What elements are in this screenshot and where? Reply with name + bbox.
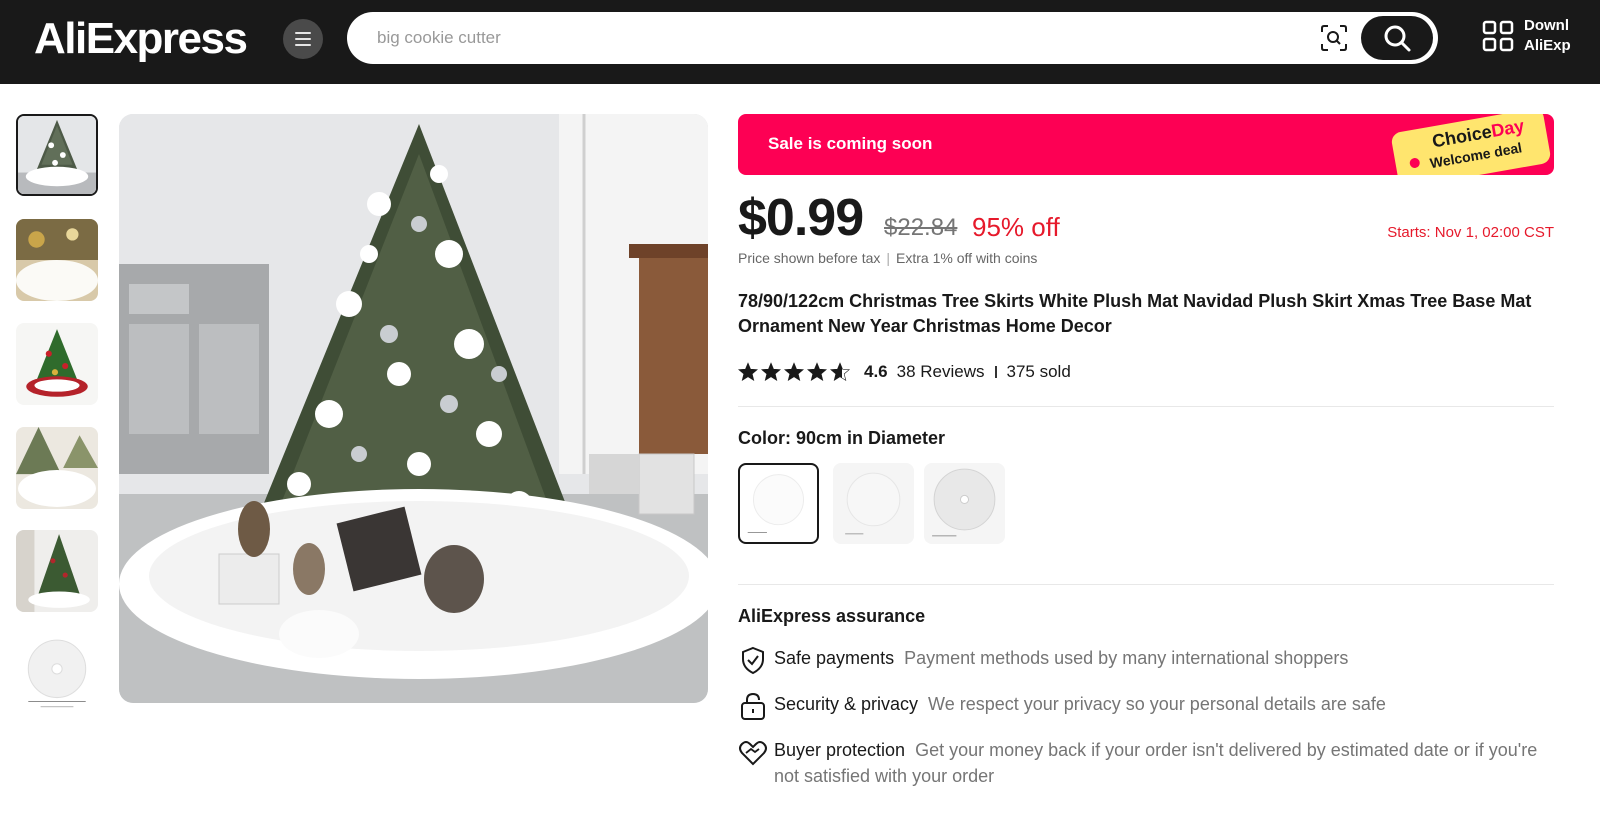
product-photo — [119, 114, 708, 703]
thumbnail-2[interactable] — [16, 219, 98, 301]
day-word: Day — [1489, 115, 1526, 142]
reviews-link[interactable]: 38 Reviews — [897, 362, 985, 382]
handshake-heart-icon — [739, 741, 767, 766]
menu-icon-line — [295, 44, 311, 46]
sale-text: Sale is coming soon — [768, 134, 933, 153]
choice-day-badge: ChoiceDay Welcome deal — [1390, 114, 1552, 175]
logo-text: AliExpress — [34, 14, 248, 63]
rating-stars — [738, 362, 850, 382]
thumbnail-4[interactable] — [16, 427, 98, 509]
divider — [738, 584, 1554, 585]
assurance-head: Security & privacy — [774, 694, 919, 714]
sold-count: 375 sold — [1006, 362, 1071, 381]
assurance-text: Security & privacy We respect your privac… — [774, 691, 1554, 717]
color-swatch-1[interactable] — [738, 463, 819, 544]
menu-button[interactable] — [283, 19, 323, 59]
discount-percent: 95% off — [972, 212, 1060, 242]
swatch-image — [932, 468, 996, 537]
original-price: $22.84 — [884, 214, 958, 241]
assurance-text: Safe payments Payment methods used by man… — [774, 645, 1554, 671]
assurance-desc: We respect your privacy so your personal… — [928, 694, 1386, 714]
download-app-link[interactable]: Downl AliExp — [1524, 16, 1571, 56]
star-icon — [807, 362, 827, 382]
divider — [738, 406, 1554, 407]
shield-check-icon — [742, 646, 764, 675]
sale-start-time: Starts: Nov 1, 02:00 CST — [1387, 224, 1554, 241]
assurance-text: Buyer protection Get your money back if y… — [774, 737, 1554, 789]
sale-banner[interactable]: Sale is coming soon ChoiceDay Welcome de… — [738, 114, 1554, 175]
search-input[interactable] — [377, 24, 1277, 52]
star-icon — [784, 362, 804, 382]
aliexpress-logo[interactable]: AliExpress — [34, 14, 248, 64]
color-label: Color: 90cm in Diameter — [738, 428, 946, 448]
menu-icon-line — [295, 32, 311, 34]
coins-note: Extra 1% off with coins — [896, 250, 1038, 266]
star-icon — [761, 362, 781, 382]
thumbnail-6[interactable] — [16, 634, 98, 716]
swatch-image — [845, 472, 901, 535]
color-swatch-3[interactable] — [924, 463, 1005, 544]
rating-separator — [994, 366, 997, 378]
current-price: $0.99 — [738, 189, 864, 247]
menu-icon-line — [295, 38, 311, 40]
lock-icon — [741, 692, 765, 720]
star-icon — [738, 362, 758, 382]
badge-dot — [1408, 157, 1421, 169]
rating-score: 4.6 — [864, 362, 888, 381]
main-product-image[interactable] — [119, 114, 708, 703]
swatch-image — [747, 474, 805, 533]
assurance-head: Safe payments — [774, 648, 895, 668]
price-notes: Price shown before tax | Extra 1% off with… — [738, 250, 1037, 266]
assurance-desc: Payment methods used by many internation… — [904, 648, 1349, 668]
thumbnail-5[interactable] — [16, 530, 98, 612]
image-search-icon[interactable] — [1319, 23, 1349, 53]
assurance-title: AliExpress assurance — [738, 606, 926, 626]
tax-note: Price shown before tax — [738, 250, 881, 266]
download-line-2: AliExp — [1524, 37, 1571, 54]
star-icon — [830, 362, 850, 382]
thumbnail-1[interactable] — [16, 114, 98, 196]
assurance-head: Buyer protection — [774, 740, 906, 760]
top-header: AliExpress Downl AliExp — [0, 0, 1600, 84]
search-button[interactable] — [1361, 16, 1433, 60]
rating-row: 4.6 38 Reviews 375 sold — [738, 360, 1071, 384]
download-line-1: Downl — [1524, 17, 1569, 34]
note-separator: | — [886, 250, 891, 266]
search-icon — [1384, 25, 1411, 52]
qr-code-icon[interactable] — [1482, 20, 1514, 52]
color-swatch-2[interactable] — [833, 463, 914, 544]
product-title: 78/90/122cm Christmas Tree Skirts White … — [738, 291, 1532, 336]
thumbnail-3[interactable] — [16, 323, 98, 405]
search-bar — [347, 12, 1438, 64]
